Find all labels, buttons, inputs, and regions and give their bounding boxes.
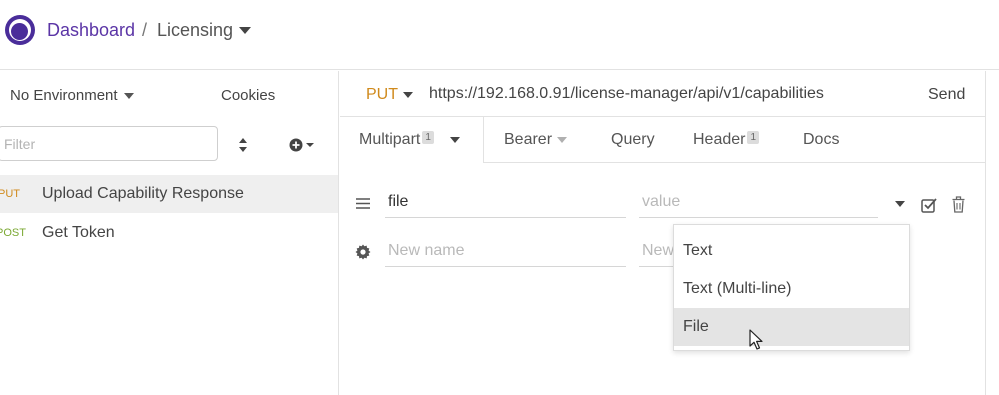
breadcrumb-dashboard[interactable]: Dashboard [47,20,135,41]
request-item-get-token[interactable]: POST Get Token [0,214,338,252]
dropdown-option-text[interactable]: Text [674,232,909,270]
request-name: Upload Capability Response [42,185,244,202]
tab-bearer[interactable]: Bearer [504,131,552,149]
cookies-button[interactable]: Cookies [221,87,275,104]
request-name: Get Token [42,224,115,241]
request-item-upload-capability[interactable]: PUT Upload Capability Response [0,175,338,213]
dropdown-option-text-multiline[interactable]: Text (Multi-line) [674,270,909,308]
request-method-badge: PUT [0,188,20,200]
tab-label: Multipart [359,131,421,148]
trash-icon[interactable] [952,196,965,213]
add-folder-icon[interactable] [289,137,319,153]
param-name-field[interactable]: file [385,188,626,218]
tab-header[interactable]: Header 1 [693,131,760,149]
chevron-down-icon[interactable] [239,27,251,34]
param-type-dropdown: Text Text (Multi-line) File [673,224,910,351]
environment-selector[interactable]: No Environment [10,87,118,104]
tabs-divider [483,162,985,163]
chevron-down-icon[interactable] [557,137,567,143]
dropdown-option-file[interactable]: File [674,308,909,346]
request-method-badge: POST [0,227,26,239]
chevron-down-icon[interactable] [450,137,460,143]
checkbox-icon[interactable] [921,197,937,213]
send-button[interactable]: Send [928,86,965,104]
chevron-down-icon[interactable] [895,201,905,207]
tab-count-badge: 1 [747,131,760,144]
breadcrumb-separator: / [142,20,148,40]
param-value-field[interactable]: value [639,188,878,218]
chevron-down-icon[interactable] [403,92,413,98]
gear-icon[interactable] [355,244,371,260]
param-row: file value [340,178,985,224]
breadcrumb-workspace[interactable]: Licensing [157,20,233,41]
method-selector[interactable]: PUT [366,86,398,104]
new-name-placeholder: New name [388,242,465,259]
param-name-value: file [388,193,409,210]
chevron-down-icon[interactable] [124,93,134,99]
top-bar: Dashboard / Licensing [0,0,999,70]
new-param-name-field[interactable]: New name [385,237,626,267]
tab-multipart[interactable]: Multipart 1 [359,131,434,149]
url-bar: PUT Send [340,71,985,117]
logo[interactable] [5,15,35,45]
sort-icon[interactable] [237,137,249,153]
drag-handle-icon[interactable] [356,198,370,209]
tab-label: Header [693,131,746,148]
url-input[interactable] [429,85,899,103]
filter-input[interactable] [0,126,218,161]
sidebar: No Environment Cookies PUT Upload Capabi… [0,71,339,395]
tab-docs[interactable]: Docs [803,131,839,149]
tab-query[interactable]: Query [611,131,655,149]
tab-count-badge: 1 [422,131,434,144]
new-value-placeholder: New [642,242,675,259]
request-tabs: Multipart 1 Bearer Query Header 1 Docs [340,117,985,163]
mouse-cursor-icon [749,329,763,350]
param-value-placeholder: value [642,193,681,210]
right-panel-edge [985,71,999,395]
